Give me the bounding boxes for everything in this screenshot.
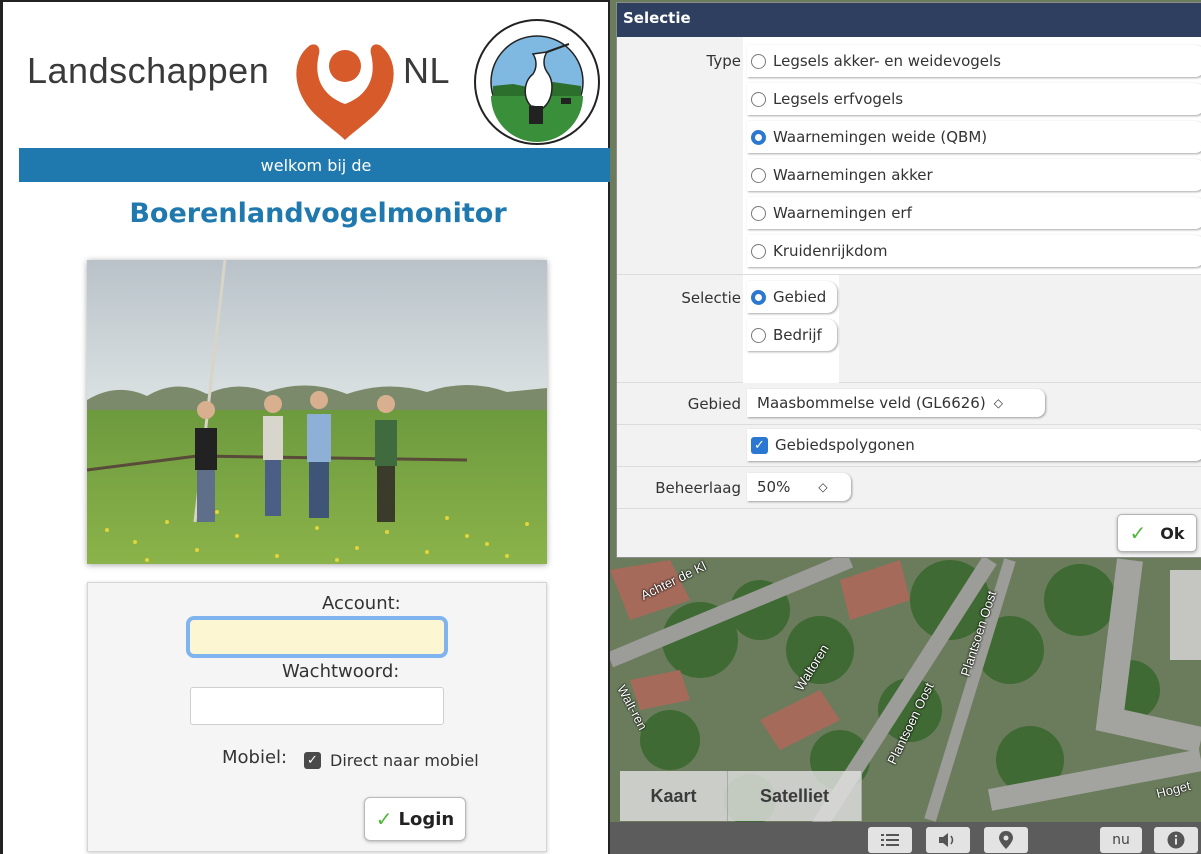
polygons-row: ✓ Gebiedspolygonen	[617, 425, 1201, 467]
ok-button-label: Ok	[1160, 523, 1185, 543]
selectie-label: Selectie	[681, 289, 741, 307]
list-icon	[881, 834, 899, 846]
gebied-value: Maasbommelse veld (GL6626)	[757, 394, 986, 412]
map-view[interactable]: Achter de Kl Waltoren Walt-ren Plantsoen…	[610, 0, 1201, 854]
landschappen-pin-logo	[296, 44, 394, 140]
gebiedspolygonen-checkbox-row[interactable]: ✓ Gebiedspolygonen	[747, 429, 1201, 461]
password-label: Wachtwoord:	[282, 661, 400, 682]
type-label: Type	[706, 52, 741, 70]
brand-name-left: Landschappen	[27, 50, 270, 91]
field-photo	[87, 260, 547, 564]
account-label: Account:	[322, 593, 401, 614]
tab-kaart[interactable]: Kaart	[620, 771, 728, 821]
login-button[interactable]: ✓ Login	[364, 797, 466, 841]
beheerlaag-select[interactable]: 50% ◇	[747, 473, 851, 501]
gebied-select[interactable]: Maasbommelse veld (GL6626) ◇	[747, 389, 1045, 417]
location-button[interactable]	[984, 827, 1028, 853]
login-page: Landschappen NL welkom bij de Boerenland…	[0, 0, 613, 854]
weidevogel-round-logo	[474, 19, 600, 145]
option-label: Waarnemingen weide (QBM)	[773, 128, 988, 146]
screenshot-composite: Landschappen NL welkom bij de Boerenland…	[0, 0, 1201, 854]
speaker-icon	[939, 833, 954, 847]
gebied-row: Gebied Maasbommelse veld (GL6626) ◇	[617, 383, 1201, 425]
type-option-kruidenrijkdom[interactable]: Kruidenrijkdom	[747, 235, 1201, 267]
account-input[interactable]	[186, 616, 448, 658]
mobile-label: Mobiel:	[222, 747, 288, 768]
beheerlaag-row: Beheerlaag 50% ◇	[617, 467, 1201, 509]
option-label: Legsels erfvogels	[773, 90, 904, 108]
option-label: Waarnemingen akker	[773, 166, 933, 184]
mobile-checkbox-label[interactable]: Direct naar mobiel	[330, 751, 479, 770]
checkmark-icon: ✓	[375, 807, 393, 831]
info-button[interactable]	[1154, 827, 1198, 853]
selectie-option-bedrijf[interactable]: Bedrijf	[747, 319, 837, 351]
updown-chevron-icon: ◇	[818, 480, 828, 494]
radio-button[interactable]	[751, 167, 766, 183]
sound-button[interactable]	[926, 827, 970, 853]
page-title: Boerenlandvogelmonitor	[129, 198, 507, 229]
radio-button[interactable]	[751, 327, 766, 343]
type-option-legsels-akker-weidevogels[interactable]: Legsels akker- en weidevogels	[747, 45, 1201, 77]
radio-button[interactable]	[751, 91, 766, 107]
selectie-row: Selectie Gebied Bedrijf	[617, 275, 1201, 383]
info-icon	[1167, 831, 1185, 849]
type-option-waarnemingen-erf[interactable]: Waarnemingen erf	[747, 197, 1201, 229]
beheerlaag-label: Beheerlaag	[655, 479, 741, 497]
option-label: Gebied	[773, 288, 827, 306]
option-label: Kruidenrijkdom	[773, 242, 888, 260]
selection-dialog: Selectie Type Legsels akker- en weidevog…	[616, 2, 1201, 558]
welcome-text: welkom bij de	[260, 155, 372, 175]
radio-button[interactable]	[751, 53, 766, 69]
dialog-title: Selectie	[617, 3, 1201, 37]
type-row: Type Legsels akker- en weidevogels Legse…	[617, 37, 1201, 275]
option-label: Legsels akker- en weidevogels	[773, 52, 1001, 70]
type-option-legsels-erfvogels[interactable]: Legsels erfvogels	[747, 83, 1201, 115]
checkmark-icon: ✓	[1129, 521, 1147, 545]
radio-button-selected[interactable]	[751, 289, 766, 305]
updown-chevron-icon: ◇	[993, 396, 1003, 410]
type-option-waarnemingen-akker[interactable]: Waarnemingen akker	[747, 159, 1201, 191]
brand-name-right: NL	[403, 50, 451, 91]
tab-satelliet[interactable]: Satelliet	[728, 771, 862, 821]
selectie-option-gebied[interactable]: Gebied	[747, 281, 837, 313]
login-button-label: Login	[398, 808, 455, 830]
now-button[interactable]: nu	[1100, 827, 1142, 853]
welcome-banner: welkom bij de	[19, 148, 613, 182]
list-button[interactable]	[868, 827, 912, 853]
ok-button[interactable]: ✓ Ok	[1117, 514, 1197, 552]
map-type-toggle: Kaart Satelliet	[620, 771, 862, 821]
bottom-toolbar: nu	[610, 822, 1201, 854]
login-form: Account: Wachtwoord: Mobiel: ✓ Direct na…	[87, 582, 547, 852]
checkbox-checked[interactable]: ✓	[751, 436, 768, 454]
option-label: Bedrijf	[773, 326, 822, 344]
radio-button[interactable]	[751, 243, 766, 259]
gebied-label: Gebied	[687, 395, 741, 413]
option-label: Waarnemingen erf	[773, 204, 912, 222]
radio-button-selected[interactable]	[751, 129, 766, 145]
mobile-checkbox[interactable]: ✓	[304, 752, 321, 769]
password-input[interactable]	[190, 687, 444, 725]
radio-button[interactable]	[751, 205, 766, 221]
beheerlaag-value: 50%	[757, 478, 791, 496]
location-pin-icon	[999, 831, 1013, 849]
checkbox-label: Gebiedspolygonen	[775, 436, 915, 454]
type-option-waarnemingen-weide[interactable]: Waarnemingen weide (QBM)	[747, 121, 1201, 153]
